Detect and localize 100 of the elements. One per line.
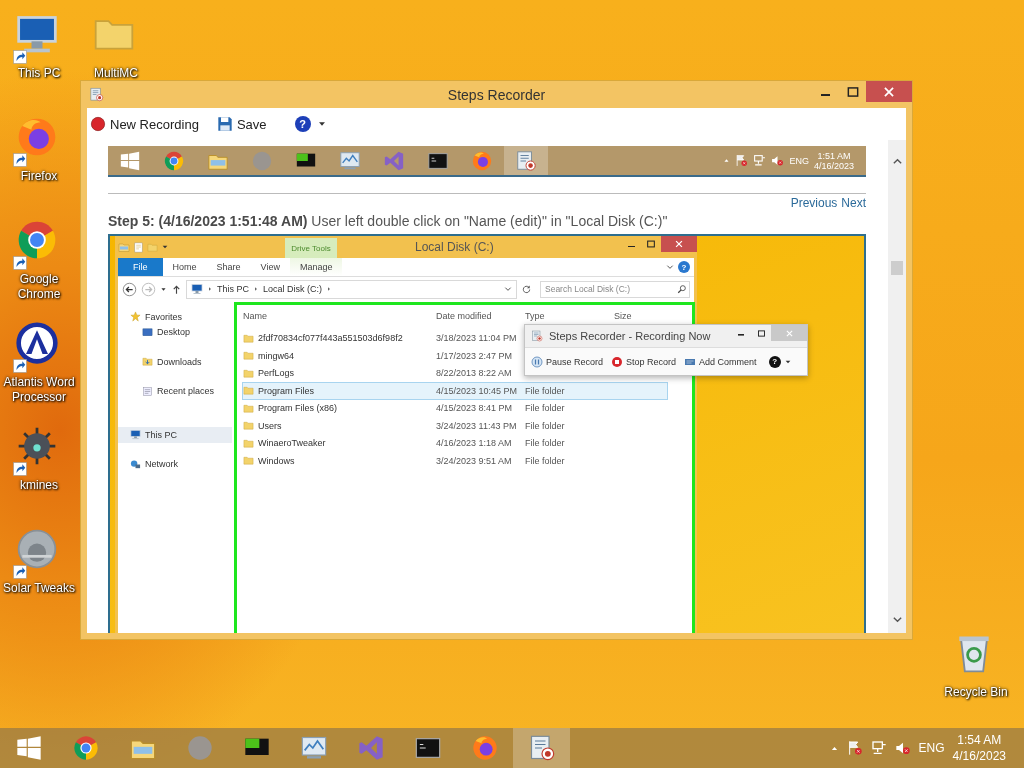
pause-icon (531, 355, 543, 368)
file-explorer-icon (118, 241, 130, 253)
nav-item[interactable]: Recent places (118, 383, 215, 399)
firefox-icon (470, 734, 499, 762)
help-button[interactable]: ? (294, 116, 311, 132)
folder-icon (243, 437, 254, 449)
language-indicator: ENG (789, 155, 809, 166)
caret-down-icon[interactable] (161, 243, 169, 251)
maximize-icon (646, 239, 656, 249)
network-icon (753, 154, 767, 167)
chevron-right-icon (253, 286, 259, 292)
ribbon-tab[interactable]: Manage (289, 258, 343, 276)
windows-logo-icon (14, 734, 43, 762)
flag-icon (735, 154, 749, 167)
column-header[interactable]: Name (243, 310, 436, 321)
add-comment-button[interactable]: Add Comment (684, 355, 757, 368)
step-nav-link[interactable]: Next (841, 196, 866, 210)
maximize-icon (845, 84, 860, 99)
scrollbar-thumb[interactable] (891, 261, 903, 275)
column-header[interactable]: Date modified (436, 310, 525, 321)
star-icon (130, 311, 141, 323)
ribbon-tab[interactable]: Home (162, 258, 207, 276)
file-type: File folder (525, 420, 566, 431)
ribbon-tab[interactable]: File (118, 258, 163, 276)
maximize-icon (756, 328, 766, 338)
file-name: 2fdf70834cf077f443a551503d6f98f2 (258, 333, 403, 344)
save-icon (216, 116, 233, 132)
ring-logo-icon (15, 321, 59, 365)
help-button[interactable]: ? (768, 355, 781, 368)
file-row[interactable]: Program Files 4/15/2023 10:45 PM File folder (242, 382, 668, 400)
nav-item[interactable]: Network (118, 456, 232, 472)
window-title: Local Disk (C:) (415, 240, 494, 254)
close-icon (784, 328, 794, 338)
column-header[interactable]: Type (525, 310, 614, 321)
folder-icon (243, 420, 254, 432)
network-icon[interactable] (870, 740, 887, 756)
nav-item[interactable]: Downloads (118, 354, 202, 370)
ribbon-tab[interactable]: View (250, 258, 290, 276)
file-row[interactable]: Users 3/24/2023 11:43 PM File folder (242, 417, 668, 435)
window-title: Steps Recorder (446, 87, 547, 103)
stop-record-button[interactable]: Stop Record (611, 355, 677, 368)
file-name: Program Files (258, 385, 314, 396)
ribbon-tab[interactable]: Share (206, 258, 251, 276)
file-type: File folder (525, 385, 566, 396)
recorder-window-icon (89, 87, 104, 102)
file-name: mingw64 (258, 350, 295, 361)
folder-icon (243, 402, 254, 414)
breadcrumb-item[interactable]: Local Disk (C:) (263, 284, 323, 294)
modified-date: 3/24/2023 9:51 AM (436, 455, 513, 466)
window-title: Steps Recorder - Recording Now (549, 330, 711, 342)
stop-icon (611, 355, 624, 368)
help-button[interactable]: ? (678, 261, 690, 273)
modified-date: 3/24/2023 11:43 PM (436, 420, 518, 431)
file-row[interactable]: Program Files (x86) 4/15/2023 8:41 PM File folder (242, 399, 668, 417)
chevron-down-icon[interactable] (666, 263, 674, 271)
search-icon (677, 283, 687, 294)
scrollbar[interactable] (888, 140, 906, 633)
file-type: File folder (525, 455, 566, 466)
nav-item[interactable]: Favorites (118, 309, 232, 325)
refresh-icon[interactable] (521, 283, 532, 295)
step-nav-link[interactable]: Previous (790, 196, 838, 210)
chart-monitor-icon (299, 734, 328, 762)
modified-date: 1/17/2023 2:47 PM (436, 350, 514, 361)
computer-icon (191, 283, 203, 295)
breadcrumb-item[interactable]: This PC (217, 284, 249, 294)
minimize-icon (820, 93, 831, 97)
search-field[interactable]: Search Local Disk (C:) (540, 280, 690, 298)
up-arrow-icon[interactable] (171, 283, 182, 295)
sun-gear-icon (15, 527, 59, 571)
new-recording-button[interactable]: New Recording (90, 116, 199, 132)
close-button[interactable] (661, 236, 697, 252)
modified-date: 4/15/2023 10:45 PM (436, 385, 519, 396)
pause-record-button[interactable]: Pause Record (531, 355, 604, 368)
file-row[interactable]: WinaeroTweaker 4/16/2023 1:18 AM File folder (242, 434, 668, 452)
speaker-muted-icon[interactable] (894, 740, 911, 756)
file-name: Users (258, 420, 282, 431)
ribbon-loop-icon (383, 149, 405, 172)
nav-item[interactable]: Desktop (118, 324, 191, 340)
folder-icon (243, 332, 254, 344)
folder-icon (243, 455, 254, 467)
speaker-muted-icon (771, 154, 785, 167)
column-header[interactable]: Size (614, 310, 674, 321)
caret-down-icon[interactable] (160, 285, 167, 293)
folder-icon (243, 367, 254, 379)
address-bar[interactable]: This PC Local Disk (C:) (186, 279, 517, 299)
save-button[interactable]: Save (216, 116, 267, 132)
properties-icon (133, 241, 144, 253)
chevron-right-icon (207, 286, 213, 292)
chevron-down-icon[interactable] (891, 614, 903, 625)
modified-date: 4/16/2023 1:18 AM (436, 438, 513, 449)
clock-date: 4/16/2023 (813, 160, 854, 171)
taskbar-button[interactable] (513, 728, 570, 768)
chrome-icon (71, 734, 100, 762)
chevron-up-icon[interactable] (891, 156, 903, 167)
file-row[interactable]: Windows 3/24/2023 9:51 AM File folder (242, 452, 668, 470)
modified-date: 8/22/2013 8:22 AM (436, 368, 513, 379)
firefox-icon (471, 149, 493, 172)
flag-icon[interactable] (846, 740, 863, 756)
nav-item[interactable]: This PC (118, 427, 232, 443)
chevron-down-icon[interactable] (504, 285, 512, 293)
